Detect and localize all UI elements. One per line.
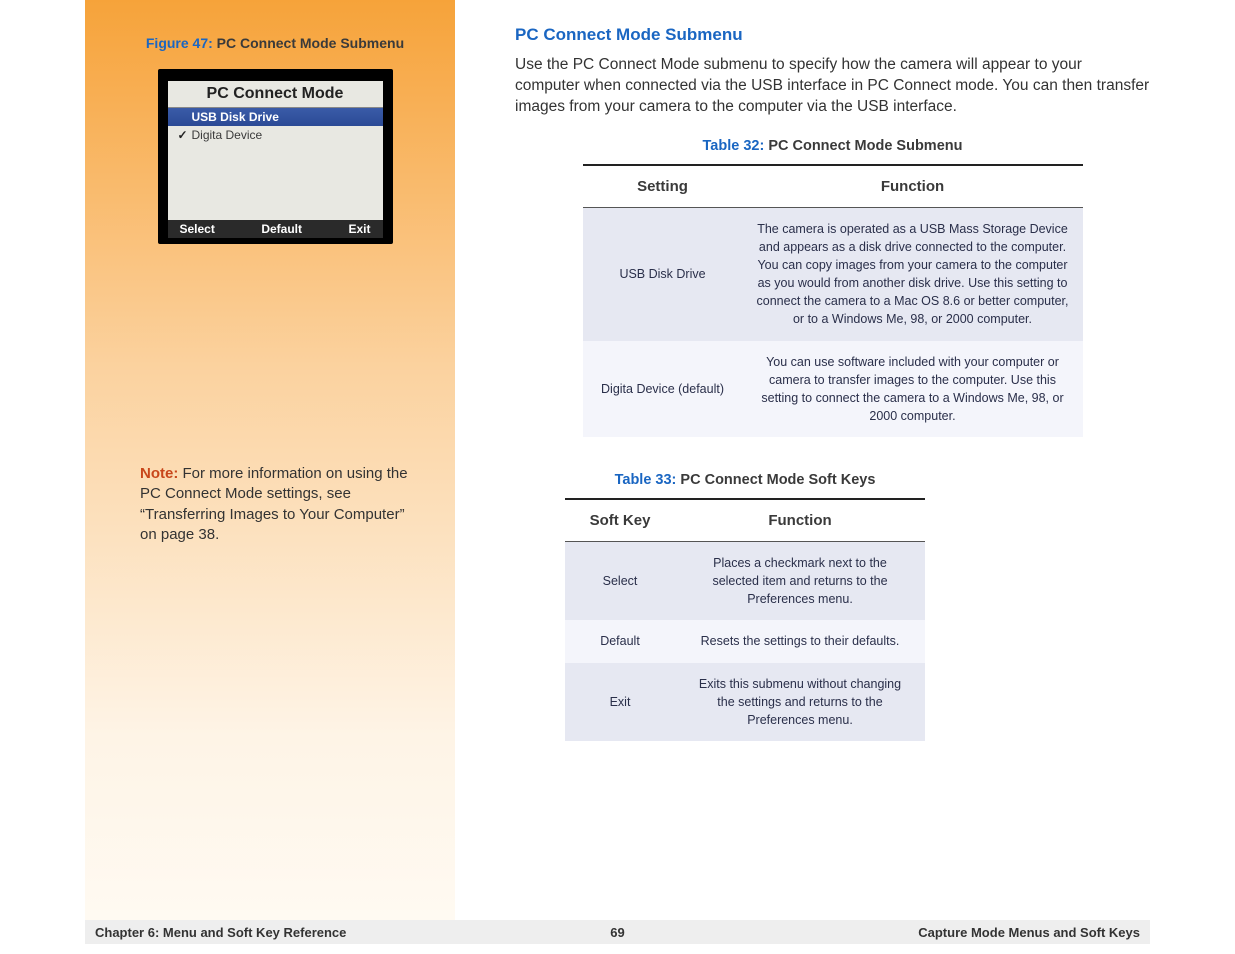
softkey-left: Select	[180, 222, 215, 236]
table-row: Exit Exits this submenu without changing…	[565, 663, 925, 741]
intro-paragraph: Use the PC Connect Mode submenu to speci…	[515, 55, 1150, 118]
cell-softkey: Default	[565, 620, 675, 662]
section-title: PC Connect Mode Submenu	[515, 25, 1150, 45]
page-footer: Chapter 6: Menu and Soft Key Reference 6…	[85, 920, 1150, 944]
cell-function: You can use software included with your …	[743, 341, 1083, 438]
camera-screen: PC Connect Mode ✓ USB Disk Drive ✓ Digit…	[168, 81, 383, 238]
cell-setting: Digita Device (default)	[583, 341, 743, 438]
cell-function: Resets the settings to their defaults.	[675, 620, 925, 662]
sidebar: Figure 47: PC Connect Mode Submenu PC Co…	[85, 0, 455, 920]
table32-title: PC Connect Mode Submenu	[768, 138, 962, 154]
figure-title: PC Connect Mode Submenu	[217, 35, 404, 51]
table33-header-softkey: Soft Key	[565, 499, 675, 542]
camera-row2-label: Digita Device	[192, 128, 263, 142]
figure-image: PC Connect Mode ✓ USB Disk Drive ✓ Digit…	[158, 69, 393, 244]
note-text: For more information on using the PC Con…	[140, 465, 408, 543]
table33-label: Table 33:	[615, 472, 677, 488]
cell-softkey: Select	[565, 542, 675, 621]
page: Figure 47: PC Connect Mode Submenu PC Co…	[85, 0, 1150, 920]
softkey-center: Default	[261, 222, 302, 236]
table33-title: PC Connect Mode Soft Keys	[680, 472, 875, 488]
table-row: Default Resets the settings to their def…	[565, 620, 925, 662]
cell-setting: USB Disk Drive	[583, 207, 743, 340]
table-32: Setting Function USB Disk Drive The came…	[583, 164, 1083, 437]
cell-function: The camera is operated as a USB Mass Sto…	[743, 207, 1083, 340]
camera-row-selected: ✓ USB Disk Drive	[168, 108, 383, 126]
table32-header-function: Function	[743, 165, 1083, 208]
camera-row1-label: USB Disk Drive	[192, 110, 279, 124]
footer-page-number: 69	[85, 925, 1150, 940]
table32-label: Table 32:	[703, 138, 765, 154]
figure-caption: Figure 47: PC Connect Mode Submenu	[140, 35, 410, 51]
figure-label: Figure 47:	[146, 35, 213, 51]
cell-softkey: Exit	[565, 663, 675, 741]
note-label: Note:	[140, 465, 178, 482]
softkey-right: Exit	[348, 222, 370, 236]
content-column: PC Connect Mode Submenu Use the PC Conne…	[455, 0, 1150, 920]
camera-softkey-bar: Select Default Exit	[168, 220, 383, 238]
table33-caption: Table 33: PC Connect Mode Soft Keys	[515, 472, 975, 488]
cell-function: Exits this submenu without changing the …	[675, 663, 925, 741]
camera-row: ✓ Digita Device	[168, 126, 383, 144]
table-row: USB Disk Drive The camera is operated as…	[583, 207, 1083, 340]
table33-header-function: Function	[675, 499, 925, 542]
table32-caption: Table 32: PC Connect Mode Submenu	[515, 138, 1150, 154]
table-row: Digita Device (default) You can use soft…	[583, 341, 1083, 438]
table-33: Soft Key Function Select Places a checkm…	[565, 498, 925, 741]
table32-header-setting: Setting	[583, 165, 743, 208]
table-row: Select Places a checkmark next to the se…	[565, 542, 925, 621]
camera-screen-title: PC Connect Mode	[168, 81, 383, 108]
note-block: Note: For more information on using the …	[140, 464, 410, 545]
cell-function: Places a checkmark next to the selected …	[675, 542, 925, 621]
checkmark-icon: ✓	[174, 128, 192, 142]
